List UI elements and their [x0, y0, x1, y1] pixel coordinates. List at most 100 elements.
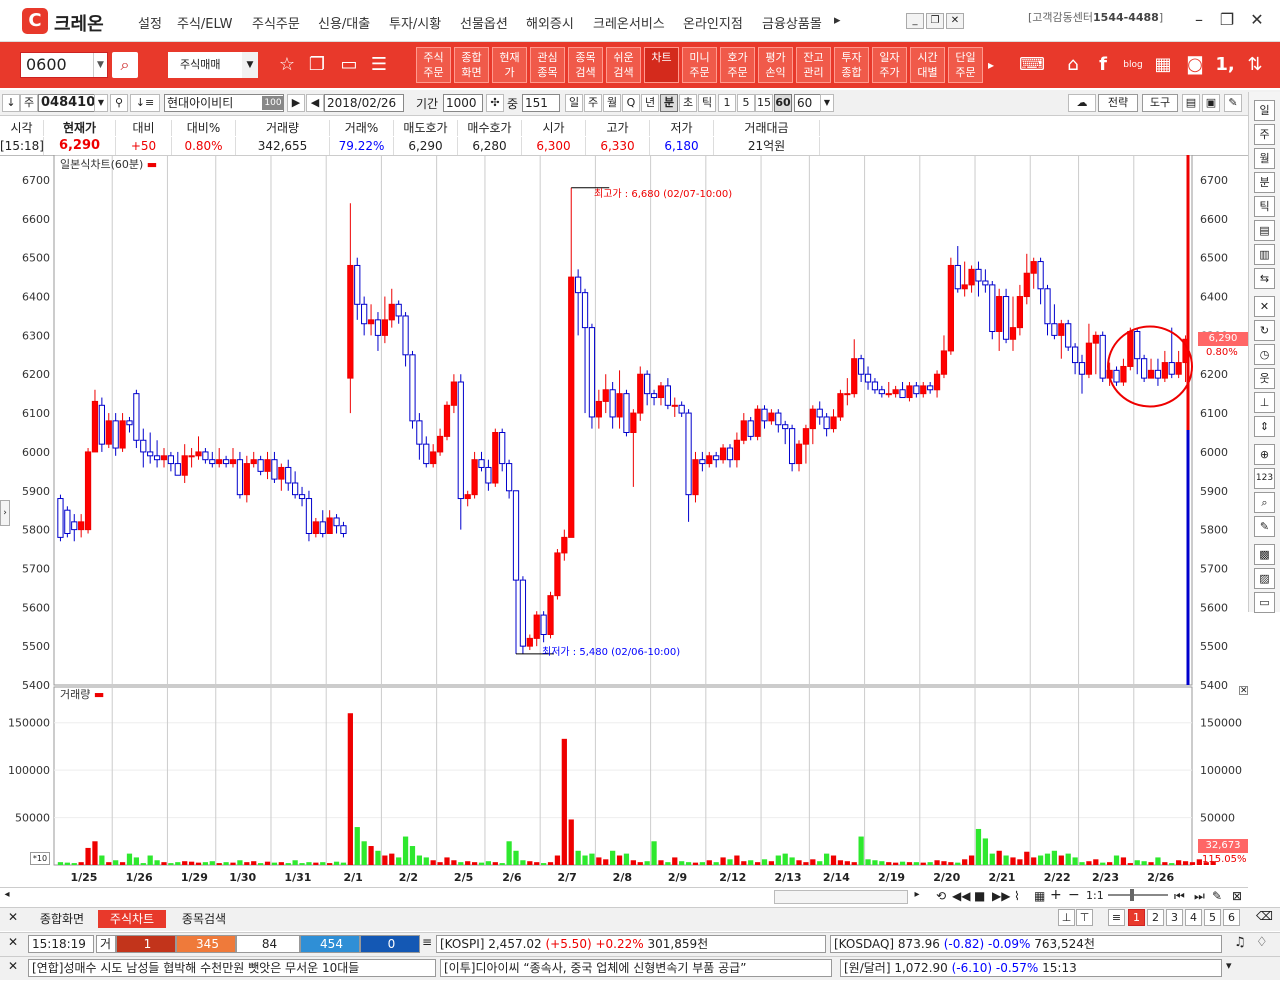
unit-button-9[interactable]: 5 [737, 94, 755, 112]
menu-credit-loan[interactable]: 신용/대출 [318, 13, 370, 32]
star-doc-icon[interactable]: ☆ [274, 53, 300, 77]
unit-button-5[interactable]: 분 [660, 94, 678, 112]
search-button[interactable]: ⌕ [112, 52, 138, 78]
screen-code-input[interactable]: 0600 ▼ [20, 52, 108, 78]
menu-settings[interactable]: 설정 [138, 13, 162, 32]
menu-overseas[interactable]: 해외증시 [526, 13, 574, 32]
bell-icon[interactable]: ♫ [1234, 935, 1246, 950]
tab-overview[interactable]: 종합화면 [28, 910, 96, 928]
step-back-icon[interactable]: ◀◀ [952, 889, 970, 903]
minimize-icon[interactable]: – [1188, 10, 1210, 30]
market-select[interactable]: 주 [20, 94, 38, 112]
unit-button-8[interactable]: 1 [718, 94, 736, 112]
tick-tool-icon[interactable]: 틱 [1254, 196, 1275, 217]
bulb-icon[interactable]: ♢ [1256, 935, 1268, 950]
menu-financial-mall[interactable]: 금융상품몰 [762, 13, 822, 32]
color-palette-icon[interactable]: ✣ [486, 94, 504, 112]
step-forward-icon[interactable]: ▶▶ [992, 889, 1010, 903]
inner-minimize-icon[interactable]: _ [906, 13, 924, 29]
scroll-left-icon[interactable]: ◂ [0, 889, 14, 905]
zoom-in-button[interactable]: + [1050, 887, 1062, 903]
hatch-tool-icon[interactable]: ▨ [1254, 568, 1275, 589]
unit-button-7[interactable]: 틱 [698, 94, 716, 112]
daily-tool-icon[interactable]: 일 [1254, 100, 1275, 121]
chart-scrollbar[interactable] [774, 890, 908, 904]
jump-start-icon[interactable]: ⏮ [1174, 889, 1185, 904]
quick-button-9[interactable]: 평가 손익 [758, 47, 793, 83]
trash-icon[interactable]: ⌫ [1256, 909, 1273, 923]
quick-button-3[interactable]: 관심 종목 [530, 47, 565, 83]
quick-button-10[interactable]: 잔고 관리 [796, 47, 831, 83]
page-button-6[interactable]: 6 [1223, 909, 1240, 926]
camera-icon[interactable]: ◙ [1182, 53, 1208, 77]
quick-button-4[interactable]: 종목 검색 [568, 47, 603, 83]
quick-button-6[interactable]: 차트 [644, 47, 679, 83]
news-headline-2[interactable]: [이투]디아이씨 “종속사, 중국 업체에 신형변속기 부품 공급” [440, 959, 832, 977]
prev-stock-button[interactable]: ◀ [306, 94, 324, 112]
tools-button[interactable]: 도구 [1142, 94, 1178, 112]
magnifier-icon[interactable]: ⚲ [110, 94, 128, 112]
screen-chat-icon[interactable]: ⌨ [1010, 53, 1054, 77]
zoom-in-tool-icon[interactable]: ⊕ [1254, 444, 1275, 465]
quick-button-5[interactable]: 쉬운 검색 [606, 47, 641, 83]
status-close-icon[interactable]: ✕ [8, 935, 18, 949]
zoom-slider-handle[interactable] [1130, 889, 1134, 901]
nav-close-icon[interactable]: ⊠ [1232, 889, 1242, 903]
page-button-5[interactable]: 5 [1204, 909, 1221, 926]
page-button-4[interactable]: 4 [1185, 909, 1202, 926]
page-button-3[interactable]: 3 [1166, 909, 1183, 926]
period-input[interactable]: 1000 [443, 94, 483, 112]
menu-futures-options[interactable]: 선물옵션 [460, 13, 508, 32]
one-icon[interactable]: 1, [1212, 53, 1238, 77]
zoom-input[interactable]: 151 [522, 94, 560, 112]
quick-button-2[interactable]: 현재 가 [492, 47, 527, 83]
trend-icon[interactable]: ⌇ [1014, 889, 1020, 903]
trade-mode-select[interactable]: 주식매매 ▼ [168, 52, 258, 78]
pattern-tool-icon[interactable]: ▩ [1254, 544, 1275, 565]
date-input[interactable]: 2018/02/26 [324, 94, 404, 112]
cloud-icon[interactable]: ☁ [1068, 94, 1096, 112]
menu-more-icon[interactable]: ▸ [834, 13, 841, 28]
unit-button-1[interactable]: 주 [584, 94, 602, 112]
quick-button-8[interactable]: 호가 주문 [720, 47, 755, 83]
menu-stock-order[interactable]: 주식주문 [252, 13, 300, 32]
fx-dropdown-icon[interactable]: ▾ [1226, 959, 1232, 972]
table-tool-icon[interactable]: ▤ [1254, 220, 1275, 241]
unit-button-11[interactable]: 60 [774, 94, 792, 112]
unit-button-0[interactable]: 일 [565, 94, 583, 112]
news-close-icon[interactable]: ✕ [8, 959, 18, 973]
quick-button-14[interactable]: 단일 주문 [948, 47, 983, 83]
tile-vertical-icon[interactable]: ⊤ [1076, 909, 1093, 926]
blog-icon[interactable]: blog [1120, 53, 1146, 77]
unit-button-10[interactable]: 15 [755, 94, 773, 112]
minute-tool-icon[interactable]: 분 [1254, 172, 1275, 193]
next-stock-button[interactable]: ▶ [287, 94, 305, 112]
close-pane-icon[interactable]: ✕ [1239, 686, 1248, 696]
weekly-tool-icon[interactable]: 주 [1254, 124, 1275, 145]
refresh-tool-icon[interactable]: ↻ [1254, 320, 1275, 341]
unit-button-6[interactable]: 초 [679, 94, 697, 112]
close-icon[interactable]: ✕ [1246, 10, 1268, 30]
toolbar-more-icon[interactable]: ▸ [984, 53, 998, 77]
facebook-icon[interactable]: f [1090, 53, 1116, 77]
monitor-icon[interactable]: ▭ [336, 53, 362, 77]
chevron-down-icon[interactable]: ▼ [242, 52, 258, 78]
quick-button-11[interactable]: 투자 종합 [834, 47, 869, 83]
numeric-tool-icon[interactable]: 123 [1254, 468, 1275, 489]
chevron-down-icon[interactable]: ▼ [820, 94, 834, 112]
menu-creon-service[interactable]: 크레온서비스 [593, 13, 665, 32]
quick-button-7[interactable]: 미니 주문 [682, 47, 717, 83]
wrench-icon[interactable]: ✎ [1224, 94, 1242, 112]
measure-tool-icon[interactable]: ⊥ [1254, 392, 1275, 413]
person-tool-icon[interactable]: 웃 [1254, 368, 1275, 389]
book-tool-icon[interactable]: ▥ [1254, 244, 1275, 265]
menu-stock-elw[interactable]: 주식/ELW [177, 13, 232, 32]
scroll-right-icon[interactable]: ▸ [910, 889, 924, 905]
status-dropdown-icon[interactable]: ≡ [422, 935, 432, 949]
quick-button-1[interactable]: 종합 화면 [454, 47, 489, 83]
grid-small-icon[interactable]: ▦ [1034, 889, 1045, 903]
panel-tool-icon[interactable]: ▭ [1254, 592, 1275, 613]
unit-button-2[interactable]: 월 [603, 94, 621, 112]
crosshair-tool-icon[interactable]: ✕ [1254, 296, 1275, 317]
list-icon[interactable]: ≡ [1108, 909, 1125, 926]
